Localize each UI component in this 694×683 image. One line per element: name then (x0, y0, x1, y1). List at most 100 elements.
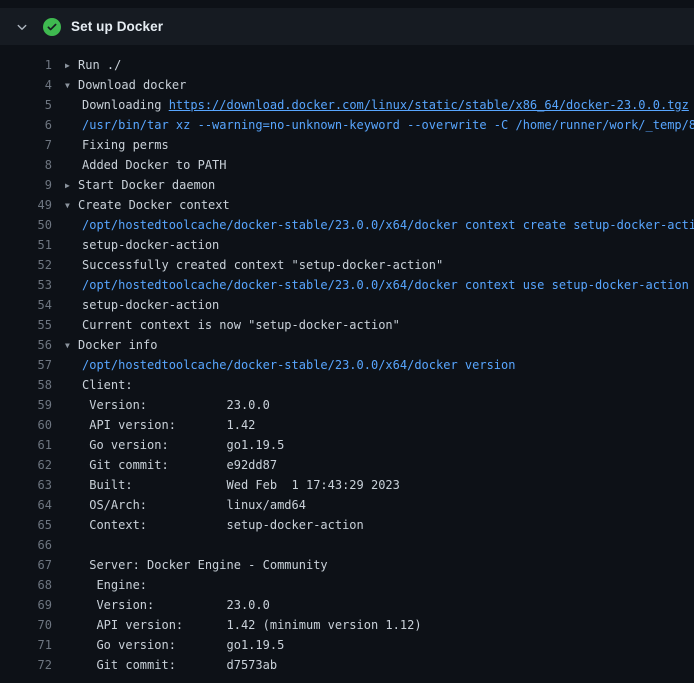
log-group-line[interactable]: 4 ▼Download docker (0, 75, 694, 95)
log-command-text: /opt/hostedtoolcache/docker-stable/23.0.… (82, 218, 694, 232)
log-group-line[interactable]: 49 ▼Create Docker context (0, 195, 694, 215)
log-group-line[interactable]: 56 ▼Docker info (0, 335, 694, 355)
log-line: 57 /opt/hostedtoolcache/docker-stable/23… (0, 355, 694, 375)
log-line: 67 Server: Docker Engine - Community (0, 555, 694, 575)
log-line: 50 /opt/hostedtoolcache/docker-stable/23… (0, 215, 694, 235)
log-text: Go version: go1.19.5 (82, 638, 284, 652)
line-number[interactable]: 54 (0, 295, 52, 315)
log-link[interactable]: https://download.docker.com/linux/static… (169, 98, 689, 112)
log-line: 8 Added Docker to PATH (0, 155, 694, 175)
group-chevron-right-icon[interactable]: ▶ (65, 56, 78, 75)
log-text: Engine: (82, 578, 147, 592)
line-number[interactable]: 69 (0, 595, 52, 615)
log-text: Version: 23.0.0 (82, 598, 270, 612)
log-text: setup-docker-action (82, 238, 219, 252)
log-text: Run ./ (78, 58, 121, 72)
log-text: Version: 23.0.0 (82, 398, 270, 412)
log-text: Client: (82, 378, 133, 392)
log-line: 6 /usr/bin/tar xz --warning=no-unknown-k… (0, 115, 694, 135)
line-content: setup-docker-action (65, 235, 219, 255)
line-number[interactable]: 65 (0, 515, 52, 535)
line-number[interactable]: 67 (0, 555, 52, 575)
line-content: Server: Docker Engine - Community (65, 555, 328, 575)
step-header[interactable]: Set up Docker (0, 8, 694, 45)
group-chevron-right-icon[interactable]: ▶ (65, 176, 78, 195)
line-content: Current context is now "setup-docker-act… (65, 315, 400, 335)
step-title: Set up Docker (71, 19, 163, 34)
line-number[interactable]: 66 (0, 535, 52, 555)
line-number[interactable]: 58 (0, 375, 52, 395)
log-group-line[interactable]: 9 ▶Start Docker daemon (0, 175, 694, 195)
line-content: Go version: go1.19.5 (65, 635, 284, 655)
line-content: API version: 1.42 (minimum version 1.12) (65, 615, 422, 635)
log-line: 61 Go version: go1.19.5 (0, 435, 694, 455)
log-command-text: /opt/hostedtoolcache/docker-stable/23.0.… (82, 278, 689, 292)
line-content: setup-docker-action (65, 295, 219, 315)
log-text: Git commit: d7573ab (82, 658, 277, 672)
line-number[interactable]: 72 (0, 655, 52, 675)
line-content: /opt/hostedtoolcache/docker-stable/23.0.… (65, 355, 515, 375)
line-number[interactable]: 7 (0, 135, 52, 155)
log-line: 69 Version: 23.0.0 (0, 595, 694, 615)
line-number[interactable]: 4 (0, 75, 52, 95)
log-text: setup-docker-action (82, 298, 219, 312)
log-line: 54 setup-docker-action (0, 295, 694, 315)
line-content: ▼Docker info (65, 335, 157, 355)
group-chevron-down-icon[interactable]: ▼ (65, 196, 78, 215)
line-content: API version: 1.42 (65, 415, 255, 435)
line-number[interactable]: 57 (0, 355, 52, 375)
line-content: Version: 23.0.0 (65, 595, 270, 615)
line-number[interactable]: 59 (0, 395, 52, 415)
chevron-down-icon[interactable] (14, 19, 30, 35)
log-line: 53 /opt/hostedtoolcache/docker-stable/23… (0, 275, 694, 295)
line-content: ▼Download docker (65, 75, 186, 95)
line-number[interactable]: 5 (0, 95, 52, 115)
log-text: Successfully created context "setup-dock… (82, 258, 443, 272)
line-content (65, 535, 82, 555)
line-number[interactable]: 63 (0, 475, 52, 495)
group-chevron-down-icon[interactable]: ▼ (65, 76, 78, 95)
line-number[interactable]: 6 (0, 115, 52, 135)
line-content: ▶Run ./ (65, 55, 121, 75)
log-line: 5 Downloading https://download.docker.co… (0, 95, 694, 115)
line-number[interactable]: 71 (0, 635, 52, 655)
log-line: 64 OS/Arch: linux/amd64 (0, 495, 694, 515)
line-content: ▼Create Docker context (65, 195, 230, 215)
log-line: 66 (0, 535, 694, 555)
line-number[interactable]: 61 (0, 435, 52, 455)
log-text: API version: 1.42 (82, 418, 255, 432)
line-number[interactable]: 50 (0, 215, 52, 235)
line-number[interactable]: 49 (0, 195, 52, 215)
line-number[interactable]: 53 (0, 275, 52, 295)
line-number[interactable]: 64 (0, 495, 52, 515)
log-text: Current context is now "setup-docker-act… (82, 318, 400, 332)
line-content: Successfully created context "setup-dock… (65, 255, 443, 275)
line-number[interactable]: 9 (0, 175, 52, 195)
line-content: OS/Arch: linux/amd64 (65, 495, 306, 515)
log-text: Docker info (78, 338, 157, 352)
log-text: Added Docker to PATH (82, 158, 227, 172)
line-content: Client: (65, 375, 133, 395)
line-number[interactable]: 60 (0, 415, 52, 435)
log-text: Download docker (78, 78, 186, 92)
group-chevron-down-icon[interactable]: ▼ (65, 336, 78, 355)
line-number[interactable]: 52 (0, 255, 52, 275)
log-text: Git commit: e92dd87 (82, 458, 277, 472)
log-text: Context: setup-docker-action (82, 518, 364, 532)
line-number[interactable]: 55 (0, 315, 52, 335)
line-number[interactable]: 70 (0, 615, 52, 635)
log-line: 52 Successfully created context "setup-d… (0, 255, 694, 275)
log-line: 51 setup-docker-action (0, 235, 694, 255)
line-content: /usr/bin/tar xz --warning=no-unknown-key… (65, 115, 694, 135)
line-number[interactable]: 56 (0, 335, 52, 355)
line-number[interactable]: 68 (0, 575, 52, 595)
log-group-line[interactable]: 1 ▶Run ./ (0, 55, 694, 75)
line-number[interactable]: 8 (0, 155, 52, 175)
line-content: Version: 23.0.0 (65, 395, 270, 415)
log-text: Downloading (82, 98, 169, 112)
log-command-text: /opt/hostedtoolcache/docker-stable/23.0.… (82, 358, 515, 372)
line-number[interactable]: 62 (0, 455, 52, 475)
line-number[interactable]: 1 (0, 55, 52, 75)
log-line: 71 Go version: go1.19.5 (0, 635, 694, 655)
line-number[interactable]: 51 (0, 235, 52, 255)
